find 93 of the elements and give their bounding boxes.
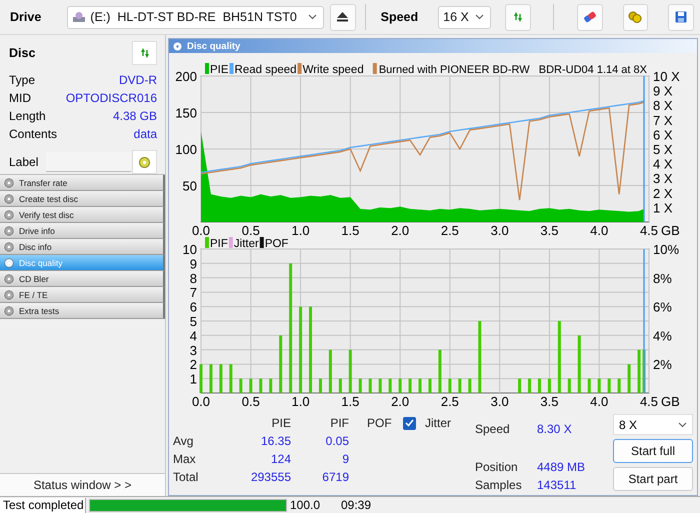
axis-label: 2 X bbox=[653, 186, 673, 201]
legend-label: PIE bbox=[210, 64, 229, 76]
field-value: data bbox=[134, 127, 157, 141]
axis-label: 10 bbox=[182, 242, 197, 257]
field-label: Length bbox=[9, 109, 46, 123]
legend-label: POF bbox=[264, 238, 288, 250]
jitter-label: Jitter bbox=[424, 416, 452, 430]
legend-label: Burned with PIONEER BD-RW BDR-UD04 1.14 at 8X bbox=[378, 64, 647, 76]
axis-label: 3 bbox=[190, 342, 197, 358]
axis-label: 6 bbox=[190, 300, 197, 315]
info-label: Speed bbox=[475, 422, 511, 436]
axis-label: 5 X bbox=[653, 142, 673, 157]
legend-label: Read speed bbox=[234, 64, 297, 76]
axis-label: 50 bbox=[182, 178, 197, 194]
axis-label: 200 bbox=[175, 69, 197, 84]
axis-label: GB bbox=[661, 223, 680, 237]
axis-label: 1 X bbox=[653, 200, 673, 216]
info-label: Position bbox=[475, 460, 519, 474]
axis-label: 6 X bbox=[653, 127, 673, 142]
stat-value: 9 bbox=[341, 452, 349, 466]
axis-label: 4.0 bbox=[590, 394, 608, 409]
axis-label: 2.5 bbox=[440, 223, 459, 237]
axis-label: 3.5 bbox=[540, 394, 558, 409]
axis-label: 5 bbox=[190, 314, 197, 329]
axis-label: 8 X bbox=[653, 98, 673, 114]
axis-label: 4 X bbox=[653, 156, 673, 172]
field-value: 4.38 GB bbox=[112, 109, 157, 123]
axis-label: 10 X bbox=[653, 69, 680, 84]
axis-label: 0.5 bbox=[242, 223, 260, 237]
row-label: Max bbox=[173, 452, 197, 466]
axis-label: 9 X bbox=[653, 84, 673, 99]
column-header: PIF bbox=[329, 416, 349, 430]
axis-label: 7 bbox=[190, 285, 197, 300]
axis-label: 8 bbox=[190, 270, 197, 286]
axis-label: 3.5 bbox=[540, 223, 558, 237]
column-header: POF bbox=[366, 416, 393, 430]
axis-label: 2.5 bbox=[440, 394, 459, 409]
field-label: Contents bbox=[9, 127, 58, 141]
axis-label: 0.0 bbox=[192, 223, 210, 237]
legend-label: Jitter bbox=[234, 238, 259, 250]
axis-label: 150 bbox=[175, 106, 197, 120]
axis-label: 7 X bbox=[653, 112, 673, 128]
info-value: 8.30 X bbox=[537, 422, 573, 436]
axis-label: 1 bbox=[190, 372, 197, 387]
axis-label: 2 bbox=[190, 357, 197, 372]
stat-value: 6719 bbox=[321, 470, 349, 484]
field-value: OPTODISCR016 bbox=[66, 91, 157, 105]
axis-label: 0.5 bbox=[242, 394, 260, 409]
speed-label: Speed bbox=[380, 10, 418, 24]
axis-label: 8% bbox=[653, 270, 672, 286]
stat-value: 16.35 bbox=[260, 434, 291, 448]
info-value: 4489 MB bbox=[537, 460, 586, 474]
row-label: Avg bbox=[173, 434, 194, 448]
axis-label: 0.0 bbox=[192, 394, 210, 409]
stat-value: 293555 bbox=[250, 470, 291, 484]
legend-label: Write speed bbox=[302, 64, 364, 76]
axis-label: 2.0 bbox=[391, 394, 410, 409]
field-label: Label bbox=[9, 155, 38, 169]
info-value: 143511 bbox=[537, 478, 578, 492]
axis-label: 4.0 bbox=[590, 223, 608, 237]
axis-label: 6% bbox=[653, 300, 672, 315]
stat-value: 0.05 bbox=[324, 434, 349, 448]
field-label: Type bbox=[9, 73, 36, 87]
elapsed-time: 09:39 bbox=[341, 498, 372, 512]
axis-label: 3.0 bbox=[490, 394, 509, 409]
axis-label: 9 bbox=[190, 256, 197, 272]
drive-label: Drive bbox=[10, 10, 42, 24]
row-label: Total bbox=[173, 470, 200, 484]
axis-label: 2.0 bbox=[391, 223, 410, 237]
axis-label: 1.0 bbox=[292, 223, 310, 237]
progress-percent: 100.0 bbox=[290, 498, 322, 512]
axis-label: 100 bbox=[175, 142, 197, 157]
field-label: MID bbox=[9, 91, 31, 105]
axis-label: 4.5 bbox=[640, 394, 658, 409]
column-header: PIE bbox=[270, 416, 291, 430]
axis-label: 4 bbox=[190, 328, 197, 344]
stat-value: 124 bbox=[270, 452, 291, 466]
axis-label: 1.0 bbox=[292, 394, 310, 409]
axis-label: 4.5 bbox=[640, 223, 658, 237]
panel-title: Disc quality bbox=[187, 40, 240, 52]
axis-label: 3 X bbox=[653, 171, 673, 186]
axis-label: GB bbox=[661, 394, 680, 409]
axis-label: 4% bbox=[653, 328, 672, 344]
axis-label: 1.5 bbox=[341, 223, 360, 237]
status-message: Test completed bbox=[0, 498, 86, 512]
panel-title: Disc bbox=[9, 46, 36, 60]
axis-label: 10% bbox=[653, 242, 680, 257]
field-value: DVD-R bbox=[119, 73, 157, 87]
legend-label: PIF bbox=[210, 238, 228, 250]
axis-label: 2% bbox=[653, 357, 672, 372]
axis-label: 1.5 bbox=[341, 394, 360, 409]
info-label: Samples bbox=[475, 478, 523, 492]
axis-label: 3.0 bbox=[490, 223, 509, 237]
